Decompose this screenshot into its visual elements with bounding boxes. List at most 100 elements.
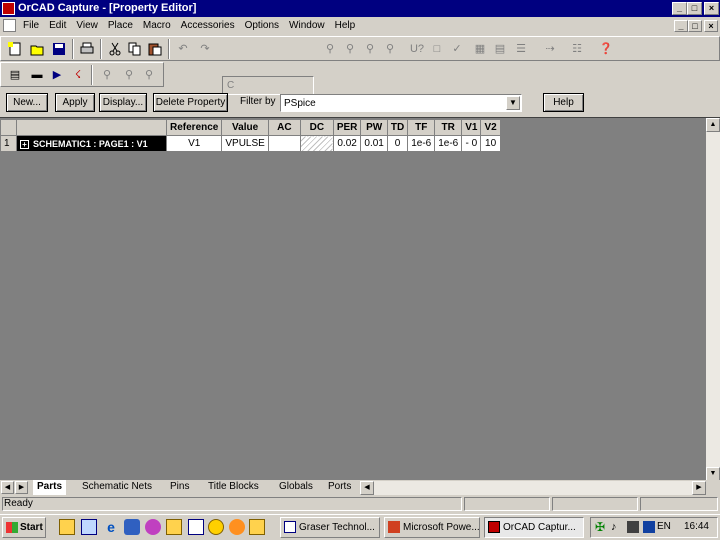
copy-icon[interactable]	[124, 38, 146, 59]
scroll-left-icon[interactable]: ◀	[360, 481, 374, 495]
column-header[interactable]: V1	[461, 119, 482, 136]
current-marker-icon[interactable]: ⚲	[118, 64, 140, 85]
title-bar[interactable]: OrCAD Capture - [Property Editor] _ □ ×	[0, 0, 720, 17]
run-icon[interactable]: ▶	[46, 64, 68, 85]
new-simulation-icon[interactable]: ▤	[4, 64, 26, 85]
scroll-down-icon[interactable]: ▼	[706, 467, 720, 481]
view-results-icon[interactable]: ☇	[67, 64, 89, 85]
tab-scroll-right-icon[interactable]: ▶	[15, 481, 28, 494]
messenger-icon[interactable]	[229, 519, 245, 535]
expand-icon[interactable]: +	[20, 139, 29, 149]
cell-v2[interactable]: 10	[480, 135, 501, 152]
monitor-icon[interactable]	[627, 521, 639, 533]
network-icon[interactable]: ✠	[595, 521, 607, 533]
scroll-up-icon[interactable]: ▲	[706, 118, 720, 132]
netlist-icon[interactable]: ▦	[469, 38, 491, 59]
new-property-button[interactable]: New...	[6, 93, 48, 112]
player-icon[interactable]	[208, 519, 224, 535]
cell-value[interactable]: VPULSE	[221, 135, 269, 152]
cell-reference[interactable]: V1	[165, 135, 223, 152]
folder-icon[interactable]	[166, 519, 182, 535]
help-context-icon[interactable]: ❓	[595, 38, 617, 59]
display-button[interactable]: Display...	[99, 93, 147, 112]
menu-accessories[interactable]: Accessories	[176, 17, 240, 34]
column-header[interactable]: TF	[407, 119, 436, 136]
new-icon[interactable]	[4, 38, 26, 59]
doc-restore-button[interactable]: □	[688, 20, 702, 32]
tab-parts[interactable]: Parts	[33, 480, 67, 495]
column-header[interactable]: TD	[386, 119, 409, 136]
cell-pw[interactable]: 0.01	[360, 135, 388, 152]
filter-select[interactable]: PSpice ▼	[280, 94, 522, 112]
cell-ac[interactable]	[267, 135, 301, 152]
horizontal-scrollbar[interactable]: ◀ ▶	[360, 481, 706, 495]
cell-v1[interactable]: - 0	[461, 135, 482, 152]
menu-place[interactable]: Place	[103, 17, 138, 34]
menu-window[interactable]: Window	[284, 17, 330, 34]
menu-options[interactable]: Options	[240, 17, 284, 34]
redo-icon[interactable]: ↷	[194, 38, 216, 59]
cell-td[interactable]: 0	[386, 135, 409, 152]
column-header[interactable]: PER	[332, 119, 362, 136]
menu-edit[interactable]: Edit	[44, 17, 71, 34]
report-icon[interactable]: ☰	[510, 38, 532, 59]
folder-icon[interactable]	[249, 519, 265, 535]
crossref-icon[interactable]: ✓	[446, 38, 468, 59]
cell-per[interactable]: 0.02	[332, 135, 362, 152]
task-powerpoint[interactable]: Microsoft Powe...	[384, 517, 480, 538]
undo-icon[interactable]: ↶	[172, 38, 194, 59]
cell-dc[interactable]	[299, 135, 334, 152]
cell-tr[interactable]: 1e-6	[434, 135, 463, 152]
show-desktop-icon[interactable]	[59, 519, 75, 535]
part-name-cell[interactable]: + SCHEMATIC1 : PAGE1 : V1	[16, 135, 167, 152]
clock[interactable]: 16:44	[684, 521, 709, 532]
voltage-marker-icon[interactable]: ⚲	[96, 64, 118, 85]
column-header[interactable]: Value	[221, 119, 269, 136]
menu-view[interactable]: View	[71, 17, 103, 34]
start-button[interactable]: Start	[2, 517, 46, 538]
corner-cell[interactable]	[0, 119, 17, 136]
paste-icon[interactable]	[144, 38, 166, 59]
column-header[interactable]: V2	[480, 119, 501, 136]
print-icon[interactable]	[76, 38, 98, 59]
column-header[interactable]: AC	[267, 119, 301, 136]
chevron-down-icon[interactable]: ▼	[506, 96, 520, 110]
media-icon[interactable]	[145, 519, 161, 535]
scroll-right-icon[interactable]: ▶	[692, 481, 706, 495]
part-combo[interactable]: C	[222, 76, 314, 95]
language-icon[interactable]	[643, 521, 655, 533]
row-number[interactable]: 1	[0, 135, 17, 152]
vertical-scrollbar[interactable]: ▲ ▼	[706, 118, 720, 481]
outlook-icon[interactable]	[124, 519, 140, 535]
maximize-button[interactable]: □	[687, 2, 702, 15]
window-icon[interactable]	[188, 519, 204, 535]
help-button[interactable]: Help	[543, 93, 584, 112]
tab-pins[interactable]: Pins	[166, 480, 193, 495]
task-graser[interactable]: Graser Technol...	[280, 517, 380, 538]
column-header[interactable]: Reference	[165, 119, 223, 136]
column-header[interactable]: TR	[434, 119, 463, 136]
edit-simulation-icon[interactable]: ▬	[26, 64, 48, 85]
menu-help[interactable]: Help	[330, 17, 361, 34]
project-manager-icon[interactable]: ☷	[566, 38, 588, 59]
open-icon[interactable]	[26, 38, 48, 59]
menu-macro[interactable]: Macro	[138, 17, 176, 34]
volume-icon[interactable]: ♪	[611, 521, 623, 533]
tab-title-blocks[interactable]: Title Blocks	[204, 480, 263, 495]
doc-close-button[interactable]: ×	[704, 20, 718, 32]
bom-icon[interactable]: ▤	[489, 38, 511, 59]
annotate-icon[interactable]: U?	[406, 38, 428, 59]
save-icon[interactable]	[48, 38, 70, 59]
menu-file[interactable]: File	[18, 17, 44, 34]
task-orcad[interactable]: OrCAD Captur...	[484, 517, 584, 538]
cut-icon[interactable]	[104, 38, 126, 59]
drc-icon[interactable]: □	[426, 38, 448, 59]
zoom-out-icon[interactable]: ⚲	[339, 38, 361, 59]
desktop-icon[interactable]	[81, 519, 97, 535]
tab-schematic-nets[interactable]: Schematic Nets	[78, 480, 156, 495]
doc-minimize-button[interactable]: _	[674, 20, 688, 32]
document-icon[interactable]	[3, 19, 16, 32]
tab-globals[interactable]: Globals	[275, 480, 317, 495]
close-button[interactable]: ×	[704, 2, 719, 15]
delete-property-button[interactable]: Delete Property	[153, 93, 228, 112]
